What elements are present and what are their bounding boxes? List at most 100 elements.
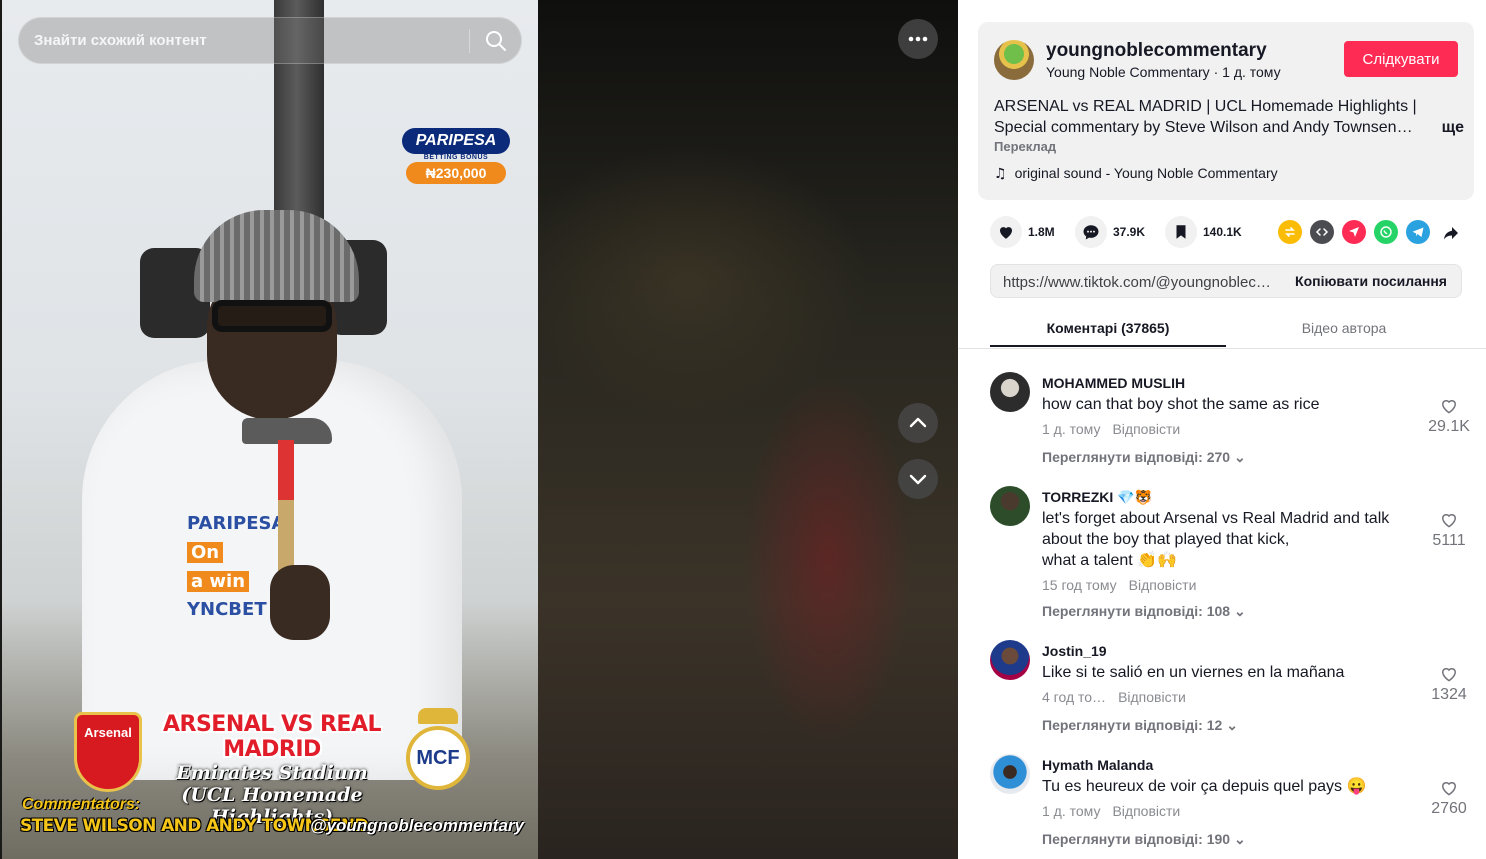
comment-text-body: Tu es heureux de voir ça depuis quel pay…	[1042, 778, 1343, 795]
video-url[interactable]: https://www.tiktok.com/@youngnobleco…	[1003, 274, 1278, 291]
comment-text-line1: let's forget about Arsenal vs Real Madri…	[1042, 510, 1390, 548]
heart-outline-icon	[1441, 400, 1457, 414]
view-replies-label: Переглянути відповіді: 270	[1042, 449, 1231, 465]
chevron-down-icon: ⌄	[1233, 603, 1246, 619]
search-input[interactable]	[34, 18, 464, 63]
view-replies-button[interactable]: Переглянути відповіді: 108 ⌄	[1042, 603, 1246, 620]
comment-emoji: 😛	[1346, 778, 1367, 795]
translate-link[interactable]: Переклад	[994, 139, 1056, 154]
heart-outline-icon	[1441, 782, 1457, 796]
share-arrow-icon[interactable]	[1438, 220, 1462, 244]
avatar[interactable]	[994, 40, 1034, 80]
separator: ·	[1213, 64, 1219, 80]
heart-outline-icon	[1441, 668, 1457, 682]
comment-like-count: 29.1K	[1428, 418, 1470, 435]
sponsor-tag: BETTING BONUS	[423, 154, 489, 161]
match-overlay: ARSENAL VS REAL MADRID Emirates Stadium …	[122, 712, 422, 828]
avatar[interactable]	[990, 754, 1030, 794]
overlay-handle: @youngnoblecommentary	[310, 816, 524, 835]
heart-icon[interactable]	[990, 216, 1022, 248]
comment-author-row: TORREZKI 💎🐯	[1042, 489, 1152, 506]
commentators-label: Commentators:	[22, 796, 141, 813]
comment-like-count: 1324	[1431, 686, 1467, 703]
comment-emojis: 👏🙌	[1137, 552, 1178, 569]
more-link[interactable]: ще	[1435, 117, 1464, 138]
comment-meta: 1 д. тому Відповісти	[1042, 803, 1180, 819]
sponsor-name: PARIPESA	[402, 128, 510, 154]
reply-button[interactable]: Відповісти	[1118, 689, 1186, 705]
avatar[interactable]	[990, 640, 1030, 680]
embed-icon[interactable]	[1310, 220, 1334, 244]
copy-link-button[interactable]: Копіювати посилання	[1281, 265, 1461, 297]
cap	[194, 210, 359, 302]
previous-video-button[interactable]	[898, 403, 938, 443]
match-title: ARSENAL VS REAL MADRID	[163, 712, 382, 762]
description-text: ARSENAL vs REAL MADRID | UCL Homemade Hi…	[994, 98, 1417, 136]
avatar[interactable]	[990, 486, 1030, 526]
comment-time: 1 д. тому	[1042, 421, 1101, 437]
video-stage: PARIPESA On a win YNCBET PARIPESA BETTIN…	[0, 0, 958, 859]
comment-text: Like si te salió en un viernes en la mañ…	[1042, 664, 1345, 681]
bookmark-icon[interactable]	[1165, 216, 1197, 248]
chevron-up-icon	[909, 417, 927, 428]
next-video-button[interactable]	[898, 459, 938, 499]
comment-text-line2: what a talent	[1042, 552, 1133, 569]
avatar[interactable]	[990, 372, 1030, 412]
comment-author[interactable]: Hymath Malanda	[1042, 757, 1153, 773]
hand	[270, 565, 330, 640]
post-info-card: youngnoblecommentary Young Noble Comment…	[978, 22, 1474, 200]
video-player[interactable]: PARIPESA On a win YNCBET PARIPESA BETTIN…	[2, 0, 538, 859]
active-tab-indicator	[990, 345, 1226, 347]
sponsor-amount: ₦230,000	[406, 162, 506, 184]
sound-title[interactable]: original sound - Young Noble Commentary	[1015, 165, 1278, 181]
comment-like-button[interactable]: 5111	[1420, 510, 1478, 550]
view-replies-label: Переглянути відповіді: 12	[1042, 717, 1223, 733]
follow-button[interactable]: Слідкувати	[1344, 41, 1458, 77]
author-emojis: 💎🐯	[1117, 489, 1153, 505]
sound-link[interactable]: ♫ original sound - Young Noble Commentary	[994, 165, 1278, 182]
username[interactable]: youngnoblecommentary	[1046, 40, 1267, 62]
hoodie-print-brand: PARIPESA	[187, 513, 286, 534]
blurred-background	[538, 0, 958, 859]
away-badge-monogram: MCF	[406, 726, 470, 790]
hoodie-print-line2: a win	[187, 570, 250, 592]
comment-like-button[interactable]: 2760	[1420, 778, 1478, 818]
telegram-icon[interactable]	[1406, 220, 1430, 244]
match-venue: Emirates Stadium	[176, 762, 368, 784]
whatsapp-icon[interactable]	[1374, 220, 1398, 244]
real-madrid-crest-icon: MCF	[404, 708, 472, 792]
tab-author-videos[interactable]: Відео автора	[1226, 320, 1462, 336]
action-bar: 1.8M 37.9K 140.1K	[990, 216, 1470, 248]
reply-button[interactable]: Відповісти	[1112, 421, 1180, 437]
view-replies-button[interactable]: Переглянути відповіді: 270 ⌄	[1042, 449, 1246, 466]
chevron-down-icon: ⌄	[1233, 449, 1246, 465]
comment-meta: 4 год то… Відповісти	[1042, 689, 1186, 705]
tab-comments[interactable]: Коментарі (37865)	[990, 320, 1226, 336]
glasses	[212, 300, 332, 332]
repost-icon[interactable]	[1278, 220, 1302, 244]
view-replies-label: Переглянути відповіді: 190	[1042, 831, 1231, 847]
author-subline: Young Noble Commentary · 1 д. тому	[1046, 64, 1281, 80]
reply-button[interactable]: Відповісти	[1112, 803, 1180, 819]
view-replies-label: Переглянути відповіді: 108	[1042, 603, 1231, 619]
comment-author[interactable]: MOHAMMED MUSLIH	[1042, 375, 1185, 391]
comment-time: 1 д. тому	[1042, 803, 1101, 819]
search-icon[interactable]	[481, 26, 511, 56]
view-replies-button[interactable]: Переглянути відповіді: 12 ⌄	[1042, 717, 1238, 734]
comment-like-button[interactable]: 1324	[1420, 664, 1478, 704]
send-icon[interactable]	[1342, 220, 1366, 244]
comment-like-button[interactable]: 29.1K	[1420, 396, 1478, 436]
ellipsis-icon	[908, 36, 928, 42]
more-options-button[interactable]	[898, 19, 938, 59]
comment-author[interactable]: TORREZKI	[1042, 489, 1113, 505]
comment-author[interactable]: Jostin_19	[1042, 643, 1107, 659]
reply-button[interactable]: Відповісти	[1129, 577, 1197, 593]
comment-icon[interactable]	[1075, 216, 1107, 248]
display-name[interactable]: Young Noble Commentary	[1046, 64, 1210, 80]
post-time: 1 д. тому	[1222, 64, 1281, 80]
like-count: 1.8M	[1028, 225, 1055, 239]
details-panel: youngnoblecommentary Young Noble Comment…	[958, 0, 1486, 859]
search-bar[interactable]	[18, 17, 522, 64]
comment-text: Tu es heureux de voir ça depuis quel pay…	[1042, 776, 1422, 797]
view-replies-button[interactable]: Переглянути відповіді: 190 ⌄	[1042, 831, 1246, 848]
